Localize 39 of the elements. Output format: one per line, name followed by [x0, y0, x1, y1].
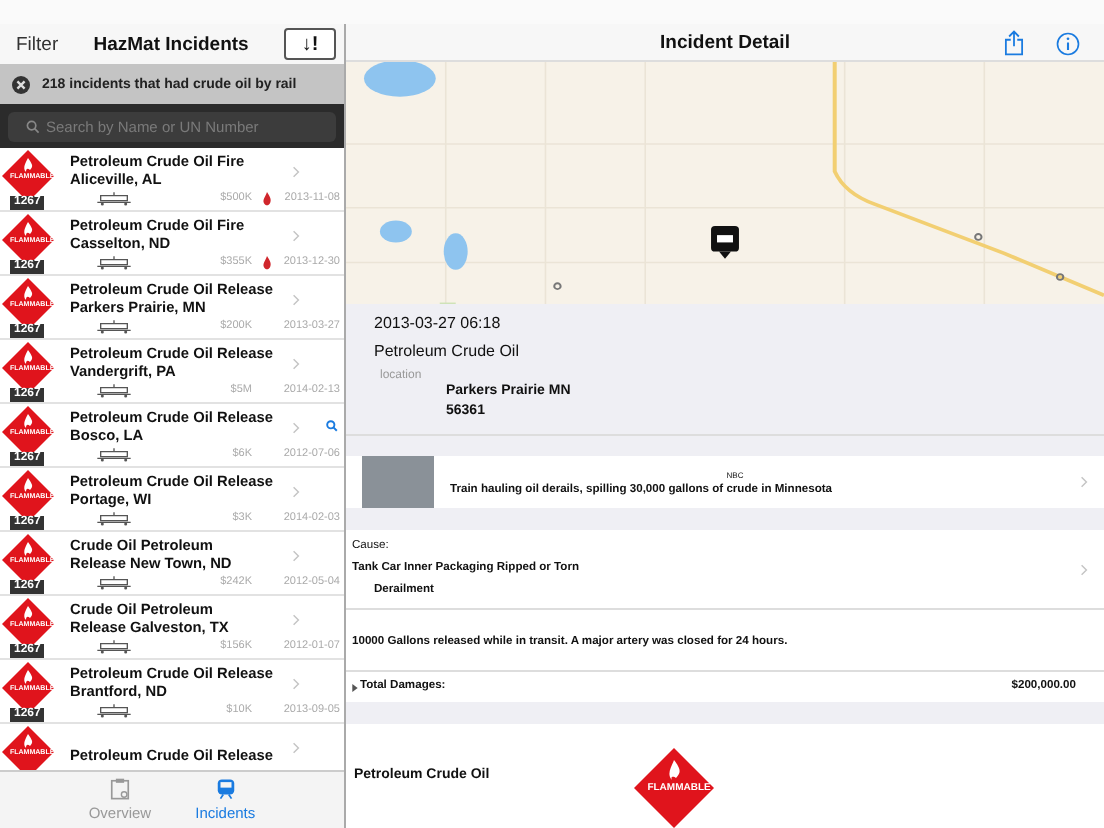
chevron-icon — [292, 550, 300, 562]
tank-car-icon — [94, 703, 134, 717]
chevron-icon — [292, 614, 300, 626]
tank-car-icon — [94, 511, 134, 525]
clear-icon[interactable] — [12, 75, 30, 93]
info-icon[interactable] — [1056, 32, 1080, 56]
share-icon[interactable] — [1004, 30, 1024, 56]
chevron-icon — [292, 358, 300, 370]
chevron-icon — [292, 230, 300, 242]
filter-button[interactable]: Filter — [16, 33, 59, 55]
incident-datetime: 2013-03-27 06:18 — [374, 312, 503, 337]
search-icon — [26, 119, 40, 133]
train-icon — [215, 778, 236, 800]
chevron-icon — [292, 678, 300, 690]
tank-car-icon — [94, 255, 134, 269]
tank-car-icon — [94, 447, 134, 461]
chevron-icon — [292, 742, 300, 754]
tank-car-icon — [94, 639, 134, 653]
sort-button[interactable]: ↓! — [284, 28, 336, 60]
tank-car-icon — [94, 319, 134, 333]
chevron-icon — [292, 294, 300, 306]
chevron-icon — [1080, 563, 1088, 576]
clipboard-icon — [109, 778, 130, 800]
material-name: Petroleum Crude Oil — [374, 340, 521, 365]
photo-placeholder — [362, 456, 434, 509]
detail-title: Incident Detail — [660, 31, 790, 54]
tank-car-icon — [94, 575, 134, 589]
flammable-placard-icon — [633, 747, 714, 828]
chevron-icon — [292, 166, 300, 178]
chevron-icon — [292, 486, 300, 498]
expand-triangle-icon[interactable] — [352, 683, 358, 692]
list-title: HazMat Incidents — [91, 33, 251, 55]
flame-icon — [261, 255, 271, 269]
chevron-icon — [292, 422, 300, 434]
search-icon — [326, 420, 338, 432]
flame-icon — [261, 191, 271, 205]
tank-car-icon — [94, 383, 134, 397]
tank-car-icon — [94, 191, 134, 205]
chevron-icon — [1080, 476, 1088, 489]
